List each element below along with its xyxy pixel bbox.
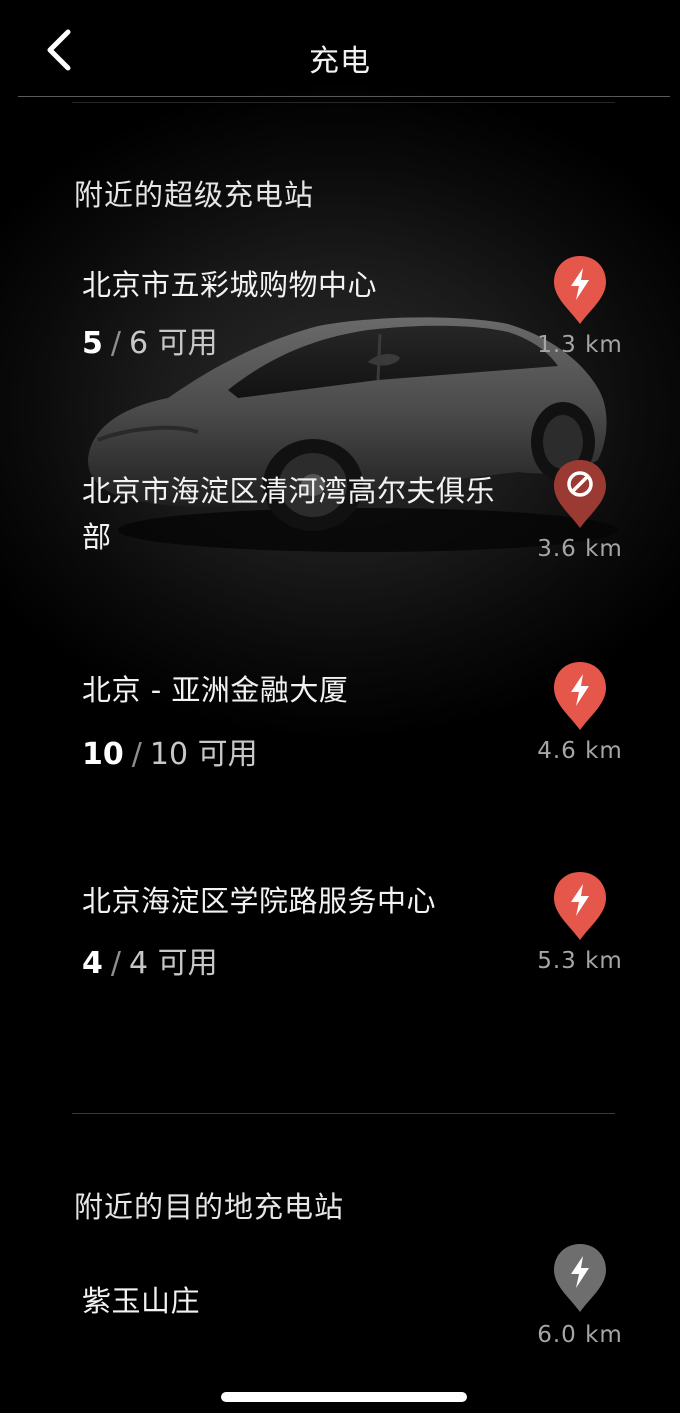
bolt-pin-icon — [554, 256, 606, 324]
distance-label: 4.6 km — [537, 738, 623, 764]
available-count: 4 — [82, 946, 103, 981]
distance-label: 5.3 km — [537, 948, 623, 974]
availability: 10/10 可用 — [82, 729, 258, 773]
available-count: 5 — [82, 326, 103, 361]
header: 充电 — [0, 0, 680, 103]
total-count: 6 — [128, 326, 149, 361]
separator: / — [110, 326, 121, 361]
header-divider-inner — [72, 102, 615, 103]
total-count: 10 — [149, 737, 189, 772]
station-item[interactable]: 北京海淀区学院路服务中心 4/4 可用 5.3 km — [0, 870, 680, 982]
station-item[interactable]: 北京 - 亚洲金融大厦 10/10 可用 4.6 km — [0, 660, 680, 773]
bolt-pin-icon — [554, 1244, 606, 1312]
distance-label: 6.0 km — [537, 1322, 623, 1348]
charging-screen: 充电 附近的超级充电站 北京市五彩城购物中心 5 / 6 可用 1.3 km 北… — [0, 0, 680, 1413]
station-name: 北京市五彩城购物中心 — [82, 268, 378, 302]
no-entry-pin-icon — [554, 460, 606, 528]
availability-unit: 可用 — [197, 737, 258, 772]
page-title: 充电 — [309, 44, 371, 79]
availability-unit: 可用 — [157, 326, 218, 361]
destination-section-title: 附近的目的地充电站 — [74, 1190, 345, 1224]
total-count: 4 — [128, 946, 149, 981]
supercharger-section-title: 附近的超级充电站 — [74, 178, 315, 212]
bolt-pin-icon — [554, 872, 606, 940]
station-name: 北京市海淀区清河湾高尔夫俱乐部 — [82, 474, 496, 554]
separator: / — [131, 737, 142, 772]
availability: 4/4 可用 — [82, 938, 218, 982]
station-name: 北京海淀区学院路服务中心 — [82, 884, 437, 918]
station-item[interactable]: 紫玉山庄 6.0 km — [0, 1240, 680, 1350]
distance-label: 1.3 km — [537, 332, 623, 358]
station-item[interactable]: 北京市海淀区清河湾高尔夫俱乐部 3.6 km — [0, 458, 680, 568]
bolt-pin-icon — [554, 662, 606, 730]
availability-unit: 可用 — [157, 946, 218, 981]
separator: / — [110, 946, 121, 981]
availability: 5/6 可用 — [82, 318, 218, 362]
header-divider — [18, 96, 670, 97]
section-divider — [72, 1113, 615, 1114]
station-name: 紫玉山庄 — [82, 1284, 201, 1318]
station-name: 北京 - 亚洲金融大厦 — [82, 673, 349, 707]
distance-label: 3.6 km — [537, 536, 623, 562]
home-indicator[interactable] — [221, 1392, 467, 1402]
available-count: 10 — [82, 737, 124, 772]
station-item[interactable]: 北京市五彩城购物中心 5/6 可用 1.3 km — [0, 254, 680, 364]
